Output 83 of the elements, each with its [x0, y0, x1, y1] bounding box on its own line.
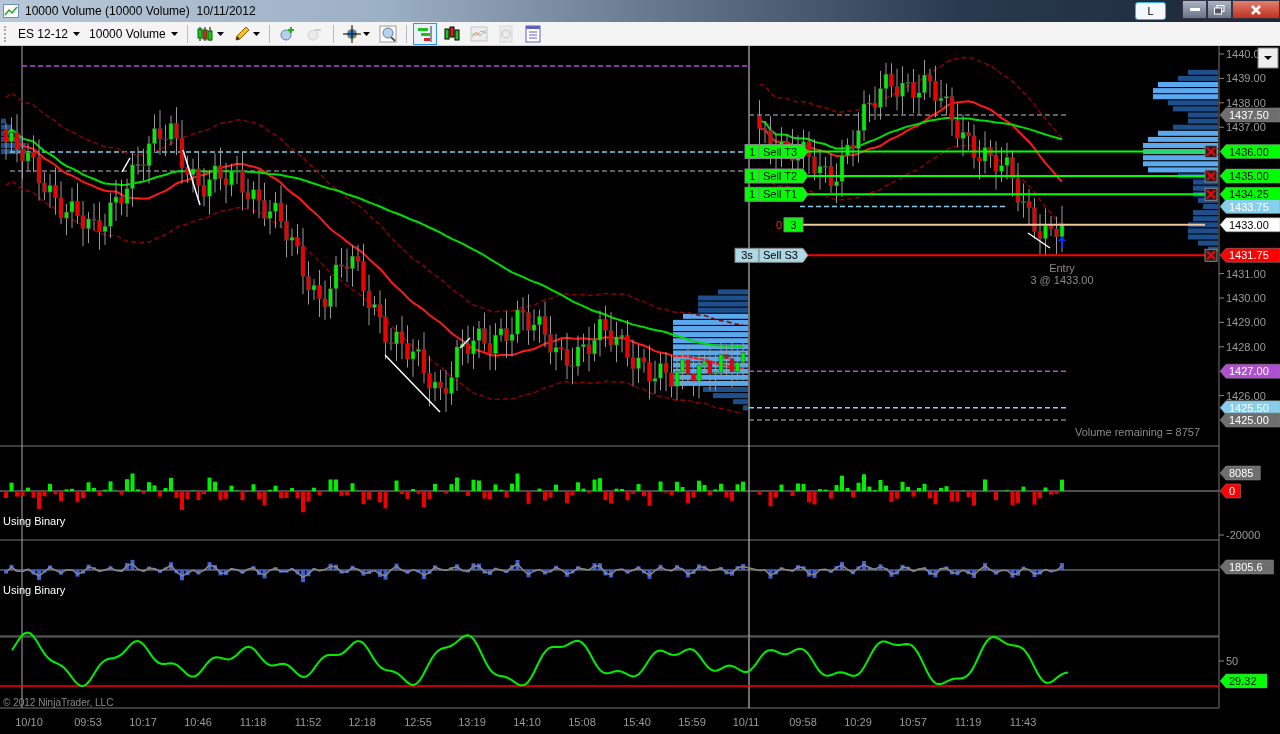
time-label: 11:18	[239, 716, 267, 728]
time-label: 13:19	[458, 716, 486, 728]
axis-label: 1430.00	[1226, 292, 1266, 304]
maximize-button[interactable]	[1207, 0, 1232, 19]
time-label: 11:52	[294, 716, 322, 728]
axis-label: 1439.00	[1226, 72, 1266, 85]
volume-remaining-label: Volume remaining = 8757	[1074, 426, 1200, 438]
time-label: 09:53	[74, 716, 102, 728]
time-label: 10:29	[844, 716, 872, 728]
instrument-dropdown[interactable]: ES 12-12	[15, 26, 84, 41]
caret-icon	[170, 31, 178, 36]
window-title: 10000 Volume (10000 Volume) 10/11/2012	[25, 4, 256, 18]
price-tag: 1433.00	[1219, 217, 1280, 233]
time-label: 14:10	[513, 716, 541, 728]
time-label: 10:57	[899, 716, 927, 728]
price-tag: 1433.75	[1219, 199, 1280, 214]
axis-label: 1429.00	[1226, 316, 1266, 329]
close-icon	[1250, 4, 1262, 15]
price-tag: 1425.00	[1219, 412, 1280, 428]
value-tag: 8085	[1219, 465, 1261, 481]
time-label: 15:59	[678, 716, 706, 728]
close-button[interactable]	[1232, 0, 1280, 19]
price-tag: 1436.00	[1219, 144, 1280, 159]
axis-label: 1437.00	[1226, 121, 1266, 134]
time-label: 12:18	[348, 716, 376, 728]
dropdown-button[interactable]	[1257, 47, 1279, 69]
caret-icon	[252, 31, 260, 36]
caret-icon	[362, 31, 370, 36]
candlestick-icon	[196, 24, 215, 43]
value-tag: 1805.6	[1219, 559, 1274, 575]
indicator-caption: Using Binary	[3, 584, 66, 596]
period-dropdown[interactable]: 10000 Volume	[86, 26, 181, 41]
axis-label: 1438.00	[1226, 96, 1266, 109]
price-tag: 1427.00	[1219, 363, 1280, 379]
zoom-in-icon	[278, 24, 297, 43]
caret-icon	[216, 31, 224, 36]
time-label: 10/10	[15, 716, 43, 728]
price-tag: 1431.75	[1219, 248, 1280, 263]
time-label: 10:46	[184, 716, 212, 728]
trend-line	[182, 149, 201, 206]
value-tag: 29.32	[1219, 673, 1268, 689]
chart-icon	[3, 4, 19, 18]
candlestick-icon	[442, 24, 461, 43]
price-tag: 1435.00	[1219, 168, 1280, 184]
time-label: 10/11	[732, 716, 760, 728]
trend-line	[121, 157, 131, 173]
arrow-up-icon	[1058, 236, 1066, 248]
time-label: 12:55	[404, 716, 432, 728]
value-tag: 0	[1219, 483, 1241, 499]
cancel-order-button[interactable]	[1204, 187, 1218, 201]
entry-detail: 3 @ 1433.00	[1030, 274, 1094, 286]
line-chart-icon	[469, 24, 488, 43]
price-tag: 1437.50	[1219, 107, 1280, 123]
time-label: 11:43	[1009, 716, 1037, 728]
axis-label: 1431.00	[1226, 267, 1266, 280]
layout-button[interactable]: L	[1135, 2, 1166, 20]
position-label[interactable]: 3	[783, 217, 804, 233]
trend-line	[459, 337, 471, 349]
axis-label: -20000	[1226, 529, 1261, 541]
time-label: 15:40	[623, 716, 651, 728]
order-bars-icon	[415, 24, 434, 43]
time-label: 10:17	[129, 716, 157, 728]
minimize-button[interactable]	[1182, 0, 1207, 19]
time-label: 11:19	[954, 716, 982, 728]
pnl-value: 0	[776, 218, 783, 231]
axis-label: 1426.00	[1226, 389, 1266, 402]
minimize-icon	[1189, 7, 1200, 12]
time-label: 15:08	[568, 716, 596, 728]
time-label: 09:58	[789, 716, 817, 728]
indicator-caption: Using Binary	[3, 515, 66, 527]
restore-icon	[1214, 4, 1225, 15]
pencil-icon	[232, 24, 251, 43]
trend-line	[1027, 232, 1051, 249]
cancel-order-button[interactable]	[1204, 169, 1218, 183]
cancel-order-button[interactable]	[1204, 248, 1218, 262]
crosshair-icon	[342, 24, 361, 43]
axis-label: 50	[1226, 655, 1239, 667]
caret-icon	[73, 31, 81, 36]
chart-trader-button[interactable]	[412, 22, 437, 45]
trend-line	[384, 354, 441, 413]
axis-label: 1428.00	[1226, 340, 1266, 353]
entry-label: Entry	[1049, 262, 1075, 274]
cancel-order-button[interactable]	[1204, 145, 1218, 159]
